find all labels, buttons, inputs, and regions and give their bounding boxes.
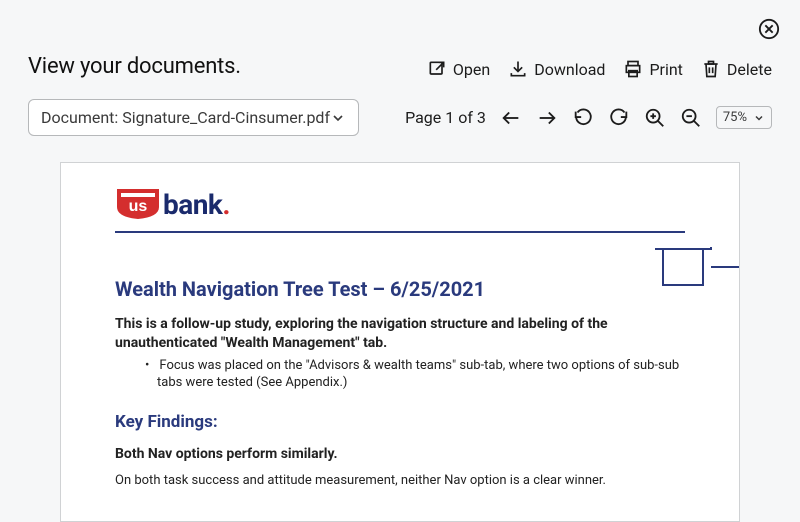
zoom-in-button[interactable] <box>644 107 666 129</box>
document-bullet: Focus was placed on the "Advisors & weal… <box>145 357 685 392</box>
app-window: View your documents. Open <box>0 0 800 520</box>
actions-bar: Open Download Print <box>427 59 772 79</box>
header: View your documents. Open <box>0 0 800 136</box>
arrow-left-icon <box>500 107 522 129</box>
header-second-row: Document: Signature_Card-Cinsumer.pdf Pa… <box>28 99 772 136</box>
zoom-in-icon <box>644 107 666 129</box>
brand-logo: us bank. <box>115 187 685 221</box>
open-icon <box>427 59 447 79</box>
close-button[interactable] <box>758 18 780 40</box>
download-button[interactable]: Download <box>508 59 605 79</box>
rotate-left-button[interactable] <box>572 107 594 129</box>
open-button[interactable]: Open <box>427 59 490 79</box>
document-viewport[interactable]: us bank. Wealth Navigation Tree Test – 6… <box>60 162 740 522</box>
zoom-out-icon <box>680 107 702 129</box>
document-page: us bank. Wealth Navigation Tree Test – 6… <box>61 163 739 513</box>
download-icon <box>508 59 528 79</box>
header-top-row: View your documents. Open <box>28 54 772 79</box>
document-lead: This is a follow-up study, exploring the… <box>115 315 685 353</box>
open-label: Open <box>453 60 490 79</box>
page-indicator: Page 1 of 3 <box>405 108 486 127</box>
zoom-out-button[interactable] <box>680 107 702 129</box>
document-select-label: Document: Signature_Card-Cinsumer.pdf <box>41 108 330 127</box>
rotate-cw-icon <box>608 107 630 129</box>
chevron-down-icon <box>753 112 765 124</box>
print-label: Print <box>649 60 682 79</box>
zoom-select[interactable]: 75% <box>716 106 772 129</box>
document-title: Wealth Navigation Tree Test – 6/25/2021 <box>115 277 685 301</box>
pocket-icon <box>655 247 740 297</box>
arrow-right-icon <box>536 107 558 129</box>
print-icon <box>623 59 643 79</box>
page-title: View your documents. <box>28 54 241 79</box>
delete-button[interactable]: Delete <box>701 59 772 79</box>
us-shield-icon: us <box>115 187 161 221</box>
pager-toolbar: Page 1 of 3 <box>405 106 772 129</box>
svg-text:us: us <box>129 198 148 215</box>
brand-bank-text: bank. <box>163 188 230 221</box>
download-label: Download <box>534 60 605 79</box>
delete-label: Delete <box>727 60 772 79</box>
close-icon <box>758 18 780 40</box>
zoom-value: 75% <box>723 110 747 125</box>
rotate-ccw-icon <box>572 107 594 129</box>
chevron-down-icon <box>330 110 346 126</box>
document-select[interactable]: Document: Signature_Card-Cinsumer.pdf <box>28 99 359 136</box>
horizontal-rule <box>115 231 685 233</box>
findings-paragraph: On both task success and attitude measur… <box>115 472 685 490</box>
next-page-button[interactable] <box>536 107 558 129</box>
trash-icon <box>701 59 721 79</box>
print-button[interactable]: Print <box>623 59 682 79</box>
rotate-right-button[interactable] <box>608 107 630 129</box>
prev-page-button[interactable] <box>500 107 522 129</box>
findings-lead: Both Nav options perform similarly. <box>115 446 685 462</box>
findings-heading: Key Findings: <box>115 412 685 432</box>
